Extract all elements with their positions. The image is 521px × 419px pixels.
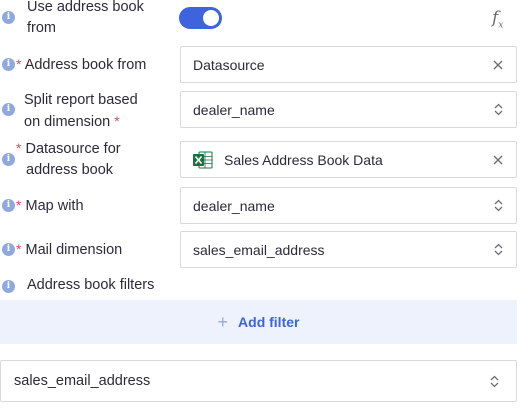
address-book-from-label-text: Address book from [24,57,147,73]
required-marker: * [16,241,22,257]
required-marker: * [114,113,120,129]
excel-icon [193,151,213,169]
split-report-label-line2: on dimension [24,114,111,130]
datasource-select[interactable]: Sales Address Book Data [180,141,517,178]
datasource-for-label-line2: address book [26,162,114,178]
email-address-select[interactable]: sales_email_address [0,360,517,402]
info-icon[interactable]: i [2,11,15,24]
select-arrows-icon[interactable] [472,375,516,388]
datasource-for-label: * Datasource for address book [16,138,121,181]
use-address-book-label: Use address book from [27,0,144,39]
email-address-value: sales_email_address [14,373,151,389]
select-arrows-icon[interactable] [480,188,516,223]
split-report-label-line1: Split report based [24,92,138,108]
use-address-book-label-line1: Use address book [27,0,144,15]
plus-icon: + [217,312,229,332]
address-book-from-select[interactable]: Datasource [180,46,517,83]
address-book-from-value: Datasource [193,56,265,73]
info-icon[interactable]: i [2,153,15,166]
datasource-for-label-line1: Datasource for [25,141,121,157]
datasource-value: Sales Address Book Data [224,151,383,168]
fx-icon[interactable]: fx [492,8,503,30]
map-with-value: dealer_name [193,197,275,214]
map-with-label: * Map with [16,195,84,217]
clear-icon[interactable] [480,47,516,82]
select-arrows-icon[interactable] [480,232,516,267]
map-with-select[interactable]: dealer_name [180,187,517,224]
required-marker: * [16,140,22,156]
info-icon[interactable]: i [2,280,15,293]
use-address-book-toggle[interactable] [179,7,222,29]
info-icon[interactable]: i [2,199,15,212]
use-address-book-label-line2: from [27,20,56,36]
address-book-filters-label: Address book filters [27,275,154,296]
required-marker: * [16,56,22,72]
info-icon[interactable]: i [2,103,15,116]
address-book-filters-label-text: Address book filters [27,277,155,293]
mail-dimension-select[interactable]: sales_email_address [180,231,517,268]
clear-icon[interactable] [480,142,516,177]
mail-dimension-value: sales_email_address [193,241,325,258]
address-book-from-label: * Address book from [16,54,146,76]
select-arrows-icon[interactable] [480,92,516,127]
toggle-knob [203,10,219,26]
add-filter-label: Add filter [238,314,300,330]
split-report-select[interactable]: dealer_name [180,91,517,128]
info-icon[interactable]: i [2,243,15,256]
mail-dimension-label-text: Mail dimension [25,242,123,258]
mail-dimension-label: * Mail dimension [16,239,122,261]
required-marker: * [16,197,22,213]
info-icon[interactable]: i [2,58,15,71]
map-with-label-text: Map with [25,198,84,214]
add-filter-button[interactable]: + Add filter [0,300,517,344]
split-report-value: dealer_name [193,101,275,118]
split-report-label: Split report based on dimension * [24,90,138,133]
